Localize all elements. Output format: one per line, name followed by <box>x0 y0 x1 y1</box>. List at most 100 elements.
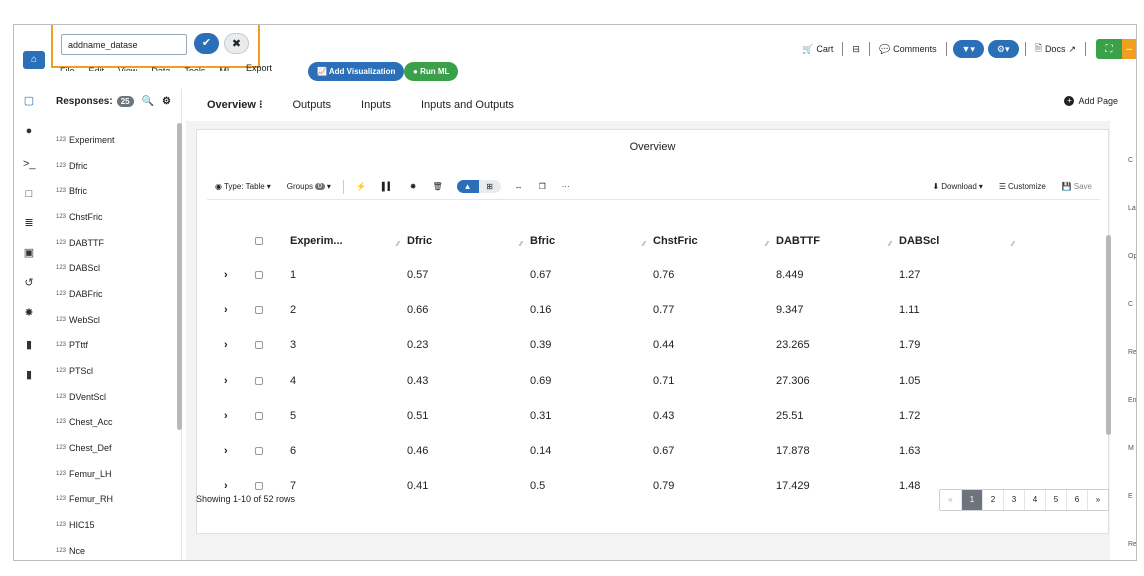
row-checkbox[interactable] <box>255 482 263 491</box>
gear-icon[interactable]: ⚙ <box>162 96 171 107</box>
response-item[interactable]: 123 Dfric <box>56 153 176 179</box>
table-scrollbar[interactable] <box>1106 235 1111 435</box>
response-item[interactable]: 123 Bfric <box>56 178 176 204</box>
arrows-horizontal-icon[interactable]: ↔ <box>515 182 523 191</box>
cart-button[interactable]: 🛒 Cart <box>797 44 838 55</box>
image-icon[interactable]: ▣ <box>23 247 35 259</box>
expand-row-chevron-icon[interactable]: › <box>224 399 228 433</box>
tab-overview[interactable]: Overview ⁝ <box>207 95 262 115</box>
file-icon[interactable]: ▮ <box>23 339 35 351</box>
table-row[interactable]: › 6 0.46 0.14 0.67 17.878 1.63 <box>207 434 1087 468</box>
column-resize-handle[interactable]: ⁄⁄ <box>397 241 399 248</box>
chart-bar-icon[interactable]: ▌▍ <box>382 182 394 191</box>
page-button[interactable]: 1 <box>961 490 982 510</box>
column-resize-handle[interactable]: ⁄⁄ <box>1012 241 1014 248</box>
expand-row-chevron-icon[interactable]: › <box>224 434 228 468</box>
column-header[interactable]: Dfric <box>407 224 432 258</box>
column-resize-handle[interactable]: ⁄⁄ <box>766 241 768 248</box>
groups-dropdown[interactable]: Groups 0 ▾ <box>287 182 331 191</box>
response-item[interactable]: 123 DABFric <box>56 281 176 307</box>
confirm-rename-button[interactable]: ✔ <box>194 33 219 54</box>
row-checkbox[interactable] <box>255 341 263 350</box>
responses-scrollbar[interactable] <box>177 123 182 430</box>
menu-view[interactable]: View <box>118 64 137 71</box>
run-ml-button[interactable]: ● Run ML <box>404 62 459 81</box>
menu-file[interactable]: File <box>60 64 75 71</box>
menu-tools[interactable]: Tools <box>184 64 205 71</box>
menu-edit[interactable]: Edit <box>89 64 105 71</box>
column-resize-handle[interactable]: ⁄⁄ <box>889 241 891 248</box>
tree-icon[interactable]: ⊞ <box>478 180 501 193</box>
add-page-button[interactable]: + Add Page <box>1064 96 1118 106</box>
table-row[interactable]: › 4 0.43 0.69 0.71 27.306 1.05 <box>207 364 1087 398</box>
app-logo-icon[interactable]: ⌂ <box>23 51 45 69</box>
expand-row-chevron-icon[interactable]: › <box>224 258 228 292</box>
row-checkbox[interactable] <box>255 447 263 456</box>
prev-page-button[interactable]: « <box>940 490 961 510</box>
menu-ml[interactable]: ML <box>219 64 232 71</box>
response-item[interactable]: 123 Experiment <box>56 127 176 153</box>
response-item[interactable]: 123 DABTTF <box>56 230 176 256</box>
trash-icon[interactable]: 🗑 <box>432 182 442 191</box>
page-button[interactable]: 3 <box>1003 490 1024 510</box>
kebab-icon[interactable]: ⁝ <box>259 99 263 111</box>
menu-data[interactable]: Data <box>151 64 170 71</box>
row-checkbox[interactable] <box>255 237 263 246</box>
page-button[interactable]: 2 <box>982 490 1003 510</box>
column-header[interactable]: Bfric <box>530 224 555 258</box>
column-header[interactable]: ChstFric <box>653 224 698 258</box>
column-resize-handle[interactable]: ⁄⁄ <box>643 241 645 248</box>
minimize-button[interactable]: – <box>1122 39 1136 59</box>
filter-dropdown-button[interactable]: ▼▾ <box>952 40 984 58</box>
row-checkbox[interactable] <box>255 306 263 315</box>
row-checkbox[interactable] <box>255 411 263 420</box>
response-item[interactable]: 123 DVentScl <box>56 384 176 410</box>
customize-button[interactable]: ☰ Customize <box>999 182 1046 191</box>
table-row[interactable]: › 1 0.57 0.67 0.76 8.449 1.27 <box>207 258 1087 292</box>
response-item[interactable]: 123 PTScl <box>56 358 176 384</box>
terminal-icon[interactable]: >_ <box>23 158 36 170</box>
response-item[interactable]: 123 ChstFric <box>56 204 176 230</box>
column-header[interactable]: DABScl <box>899 224 939 258</box>
settings-dropdown-button[interactable]: ⚙▾ <box>987 40 1019 58</box>
response-item[interactable]: 123 Femur_RH <box>56 487 176 513</box>
comments-button[interactable]: 💬 Comments <box>874 44 942 55</box>
response-item[interactable]: 123 Chest_Def <box>56 435 176 461</box>
tab-outputs[interactable]: Outputs <box>292 95 331 115</box>
tab-inputs[interactable]: Inputs <box>361 95 391 115</box>
page-button[interactable]: 6 <box>1066 490 1087 510</box>
sliders-icon[interactable]: ≣ <box>23 217 35 229</box>
response-item[interactable]: 123 WebScl <box>56 307 176 333</box>
more-icon[interactable]: ··· <box>562 182 570 191</box>
file-text-icon[interactable]: ▮ <box>23 369 35 381</box>
response-item[interactable]: 123 Chest_Acc <box>56 410 176 436</box>
response-item[interactable]: 123 Nce <box>56 538 176 560</box>
tab-inputs-and-outputs[interactable]: Inputs and Outputs <box>421 95 514 115</box>
page-button[interactable]: 4 <box>1024 490 1045 510</box>
gear-icon[interactable]: ✸ <box>23 307 35 319</box>
gear-icon[interactable]: ✸ <box>410 182 417 191</box>
response-item[interactable]: 123 HIC15 <box>56 512 176 538</box>
dataset-name-input[interactable] <box>61 34 187 55</box>
square-icon[interactable]: □ <box>23 188 35 200</box>
expand-row-chevron-icon[interactable]: › <box>224 364 228 398</box>
table-row[interactable]: › 2 0.66 0.16 0.77 9.347 1.11 <box>207 293 1087 327</box>
table-row[interactable]: › 3 0.23 0.39 0.44 23.265 1.79 <box>207 328 1087 362</box>
response-item[interactable]: 123 PTttf <box>56 333 176 359</box>
globe-icon[interactable]: ● <box>23 125 35 137</box>
monitor-icon[interactable]: ▢ <box>23 95 35 107</box>
add-visualization-button[interactable]: 📈 Add Visualization <box>308 62 405 81</box>
expand-row-chevron-icon[interactable]: › <box>224 293 228 327</box>
expand-button[interactable]: ⛶ <box>1096 39 1122 59</box>
row-checkbox[interactable] <box>255 271 263 280</box>
column-header[interactable]: DABTTF <box>776 224 820 258</box>
download-dropdown[interactable]: ⬇ Download ▾ <box>933 182 983 191</box>
response-item[interactable]: 123 Femur_LH <box>56 461 176 487</box>
search-icon[interactable]: 🔍 <box>142 96 154 107</box>
menu-export[interactable]: Export <box>246 64 272 75</box>
copy-icon[interactable]: ❐ <box>539 182 546 191</box>
type-dropdown[interactable]: ◉ Type: Table ▾ <box>215 182 271 191</box>
column-resize-handle[interactable]: ⁄⁄ <box>520 241 522 248</box>
magic-wand-icon[interactable]: ⚡ <box>356 182 366 191</box>
column-header[interactable]: Experim... <box>290 224 343 258</box>
